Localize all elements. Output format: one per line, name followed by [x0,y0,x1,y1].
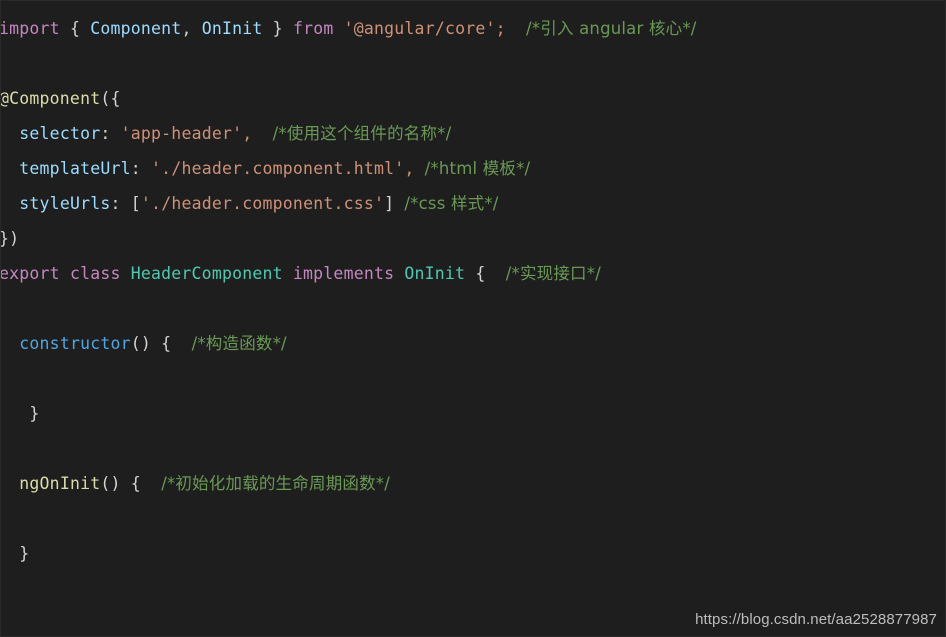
token-class-name-headercomponent: HeaderComponent [130,264,283,283]
code-line-18-blank [1,606,945,636]
code-screenshot: import { Component, OnInit } from '@angu… [0,0,946,637]
token-bracket-close: ] [384,194,395,213]
code-line-6: styleUrls: ['./header.component.css'] /*… [1,186,945,221]
token-comment-line-4: /*使用这个组件的名称*/ [272,124,452,143]
code-line-14: ngOnInit() { /*初始化加载的生命周期函数*/ [1,466,945,501]
code-line-15-blank [1,501,945,536]
code-line-9-blank [1,291,945,326]
token-comment-line-1: /*引入 angular 核心*/ [526,19,697,38]
token-comment-line-14: /*初始化加载的生命周期函数*/ [161,474,391,493]
token-string-selector-value: 'app-header', [120,124,253,143]
token-brace-open: { [59,19,91,38]
token-interface-oninit: OnInit [404,264,466,283]
token-close-brace-ngoninit: } [0,544,30,563]
token-comma: , [181,19,202,38]
token-keyword-class: class [59,264,131,283]
token-colon: : [100,124,121,143]
token-comment-line-10: /*构造函数*/ [191,334,287,353]
token-property-templateurl: templateUrl [19,159,131,178]
code-line-16: } [0,536,945,571]
token-string-style-path: './header.component.css' [140,194,385,213]
token-property-selector: selector [19,124,101,143]
token-comment-line-8: /*实现接口*/ [505,264,601,283]
token-decorator-component: @Component [0,89,101,108]
code-line-10: constructor() { /*构造函数*/ [1,326,945,361]
token-string-template-path: './header.component.html', [151,159,415,178]
token-colon: : [110,194,131,213]
token-comment-line-6: /*css 样式*/ [404,194,499,213]
token-bracket-open: [ [130,194,141,213]
token-keyword-import: import [0,19,60,38]
code-line-3: @Component({ [0,81,945,116]
token-colon: : [130,159,152,178]
token-keyword-from: from [292,19,334,38]
code-line-1: import { Component, OnInit } from '@angu… [0,11,945,46]
token-string-module-path: '@angular/core'; [333,19,506,38]
token-keyword-export: export [0,264,60,283]
code-line-7: }) [0,221,945,256]
token-method-constructor: constructor [19,334,131,353]
token-identifier-component: Component [90,19,182,38]
code-line-17-blank [1,571,945,606]
token-method-ngoninit: ngOnInit [19,474,101,493]
token-identifier-oninit: OnInit [201,19,263,38]
token-punct-open-paren-brace: ({ [100,89,121,108]
token-close-brace-paren: }) [0,229,20,248]
code-line-11-blank [1,361,945,396]
token-open-brace: { [465,264,486,283]
code-line-12: } [0,396,945,431]
code-line-2-blank [1,46,945,81]
token-keyword-implements: implements [282,264,405,283]
token-close-brace-constructor: } [0,404,40,423]
token-parens-brace: () { [130,334,172,353]
token-comment-line-5: /*html 模板*/ [424,159,531,178]
code-line-13-blank [1,431,945,466]
code-line-4: selector: 'app-header', /*使用这个组件的名称*/ [1,116,945,151]
token-property-styleurls: styleUrls [19,194,111,213]
token-brace-close: } [262,19,293,38]
code-line-5: templateUrl: './header.component.html', … [1,151,945,186]
token-parens-brace: () { [100,474,141,493]
code-editor[interactable]: import { Component, OnInit } from '@angu… [1,1,945,636]
code-line-8: export class HeaderComponent implements … [0,256,945,291]
